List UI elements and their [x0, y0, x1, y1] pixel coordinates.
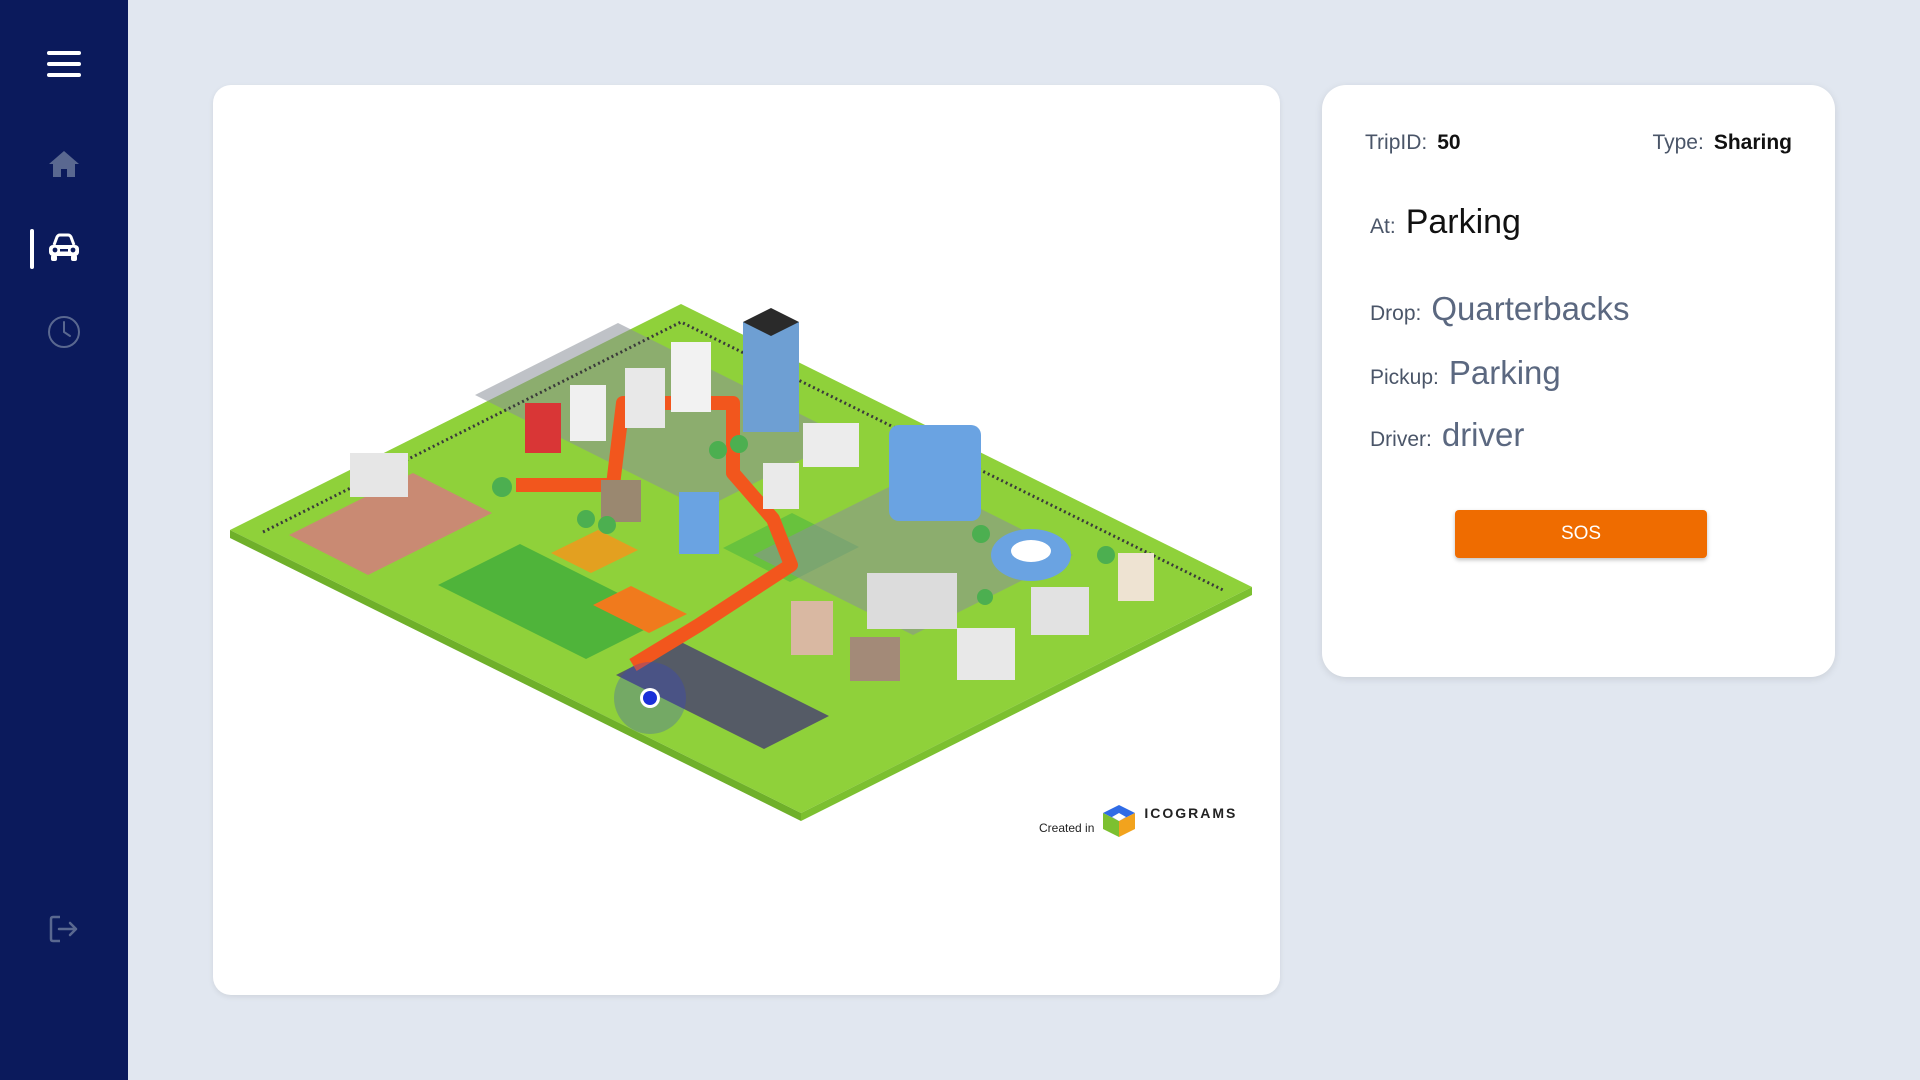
drop-value: Quarterbacks: [1431, 290, 1630, 327]
pickup-label: Pickup:: [1370, 366, 1439, 389]
trip-id-value: 50: [1437, 131, 1461, 154]
icograms-logo-icon: [1103, 805, 1136, 837]
trip-info-panel: TripID: 50 Type: Sharing At: Parking Dro…: [1322, 85, 1835, 677]
city-map[interactable]: [213, 85, 1280, 995]
logout-button[interactable]: [0, 899, 128, 963]
driver-label: Driver:: [1370, 428, 1432, 451]
menu-button[interactable]: [0, 34, 128, 98]
menu-icon: [46, 48, 82, 85]
pickup-value: Parking: [1448, 354, 1561, 391]
trip-id-row: TripID: 50: [1365, 131, 1461, 155]
driver-value: driver: [1441, 416, 1525, 453]
trip-type-value: Sharing: [1713, 131, 1792, 154]
current-location-label: At:: [1370, 215, 1396, 238]
map-panel: Created in ICOGRAMS: [213, 85, 1280, 995]
drop-label: Drop:: [1370, 302, 1422, 325]
office-tower: [889, 425, 981, 521]
trip-type-row: Type: Sharing: [1652, 131, 1792, 155]
sidebar-item-trips[interactable]: [0, 218, 128, 282]
taxi-icon: [46, 232, 82, 269]
trip-id-label: TripID:: [1365, 131, 1428, 154]
hospital: [957, 628, 1015, 680]
sidebar: [0, 0, 128, 1080]
trip-type-label: Type:: [1652, 131, 1704, 154]
current-location-value: Parking: [1405, 203, 1521, 241]
history-icon: [46, 314, 82, 355]
sidebar-item-history[interactable]: [0, 302, 128, 366]
home-icon: [47, 149, 81, 184]
pickup-row: Pickup: Parking: [1370, 354, 1561, 392]
sos-button[interactable]: SOS: [1455, 510, 1707, 558]
watermark-brand-text: ICOGRAMS: [1144, 805, 1238, 821]
drop-row: Drop: Quarterbacks: [1370, 290, 1629, 328]
sidebar-item-home[interactable]: [0, 134, 128, 198]
logout-icon: [48, 914, 80, 949]
cinema-screen: [350, 453, 408, 497]
current-location-row: At: Parking: [1370, 203, 1521, 242]
icograms-watermark: Created in ICOGRAMS: [1039, 803, 1237, 839]
driver-row: Driver: driver: [1370, 416, 1524, 454]
watermark-created-text: Created in: [1039, 821, 1095, 835]
